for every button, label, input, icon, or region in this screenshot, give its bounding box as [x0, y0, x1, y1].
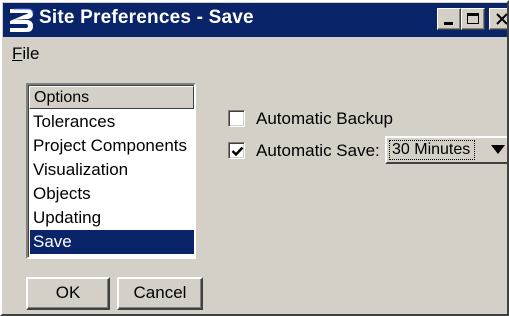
title-bar[interactable]: Site Preferences - Save	[3, 3, 507, 37]
list-item-visualization[interactable]: Visualization	[30, 158, 194, 182]
save-interval-value: 30 Minutes	[392, 141, 471, 158]
dropdown-arrow-icon	[491, 145, 505, 154]
window-title: Site Preferences - Save	[39, 7, 254, 28]
automatic-save-checkbox[interactable]	[228, 142, 245, 159]
save-interval-dropdown[interactable]: 30 Minutes	[385, 136, 507, 164]
automatic-backup-checkbox[interactable]	[228, 110, 245, 127]
maximize-button[interactable]	[461, 8, 485, 30]
menu-file-mnemonic: F	[12, 44, 23, 63]
site-preferences-window: Site Preferences - Save File Options Tol…	[0, 0, 509, 316]
list-item-objects[interactable]: Objects	[30, 182, 194, 206]
options-list[interactable]: Options Tolerances Project Components Vi…	[26, 83, 196, 259]
minimize-button[interactable]	[437, 8, 461, 30]
menu-file-rest: ile	[22, 44, 40, 63]
automatic-save-label[interactable]: Automatic Save:	[256, 141, 380, 161]
automatic-backup-label[interactable]: Automatic Backup	[256, 109, 393, 129]
cancel-button[interactable]: Cancel	[117, 277, 203, 310]
minimize-icon	[444, 22, 453, 25]
maximize-icon	[467, 13, 479, 24]
close-icon	[496, 13, 507, 25]
close-button[interactable]	[489, 8, 507, 30]
list-item-save[interactable]: Save	[30, 230, 194, 254]
checkmark-icon	[231, 146, 244, 157]
menu-file[interactable]: File	[12, 44, 39, 64]
menu-bar: File	[2, 40, 507, 68]
list-item-project-components[interactable]: Project Components	[30, 134, 194, 158]
ok-button[interactable]: OK	[26, 277, 110, 310]
bentley-b-icon	[10, 8, 34, 32]
list-item-tolerances[interactable]: Tolerances	[30, 110, 194, 134]
options-list-header[interactable]: Options	[29, 86, 194, 109]
list-item-updating[interactable]: Updating	[30, 206, 194, 230]
